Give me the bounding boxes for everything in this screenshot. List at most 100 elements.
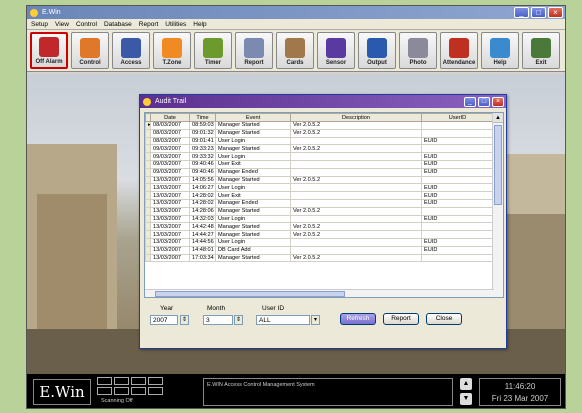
toolbar-button-label: Off Alarm [35, 59, 63, 65]
month-field[interactable]: 3 [203, 315, 233, 325]
up-arrow-icon[interactable]: ▲ [460, 378, 472, 390]
report-icon [244, 38, 264, 58]
table-row[interactable]: 13/03/2007 14:48:01 DB Card Add EUID [145, 245, 494, 255]
toolbar-button-access[interactable]: Access [112, 32, 150, 69]
table-row[interactable]: 09/03/2007 09:40:46 Manager Ended EUID [145, 167, 494, 177]
close-button[interactable]: × [548, 7, 563, 18]
dialog-window-controls: _ □ × [464, 96, 504, 107]
table-row[interactable]: 09/03/2007 09:33:32 User Login EUID [145, 152, 494, 161]
toolbar-button-attendance[interactable]: Attendance [440, 32, 478, 69]
dialog-maximize-button[interactable]: □ [478, 96, 490, 107]
column-header-time[interactable]: Time [189, 113, 216, 122]
table-row[interactable]: 13/03/2007 14:44:56 User Login EUID [145, 237, 494, 247]
table-row[interactable]: 13/03/2007 14:06:27 User Login EUID [145, 183, 494, 193]
table-cell: Manager Started [215, 121, 291, 130]
toolbar-button-label: Photo [409, 60, 427, 66]
audit-trail-dialog: Audit Trail _ □ × Date Time Event Descri… [139, 94, 507, 349]
year-field[interactable]: 2007 [150, 315, 178, 325]
table-cell: Manager Started [215, 144, 291, 154]
table-row[interactable]: 09/03/2007 09:40:46 User Exit EUID [145, 159, 494, 169]
maximize-button[interactable]: □ [531, 7, 546, 18]
table-cell: 13/03/2007 [150, 222, 190, 232]
filter-panel: Year 2007 ⇕ Month 3 ⇕ User ID ALL ▾ Refr… [150, 305, 500, 343]
horizontal-scrollbar[interactable] [145, 289, 494, 297]
toolbar-button-off-alarm[interactable]: Off Alarm [30, 32, 68, 69]
clock-display: 11:46:20 Fri 23 Mar 2007 [479, 378, 561, 406]
down-arrow-icon[interactable]: ▼ [460, 393, 472, 405]
background-image: Audit Trail _ □ × Date Time Event Descri… [27, 74, 565, 374]
horizontal-scroll-thumb[interactable] [155, 291, 345, 297]
table-cell: 13/03/2007 [150, 175, 190, 185]
column-header-event[interactable]: Event [215, 113, 291, 122]
table-row[interactable]: 13/03/2007 14:28:06 Manager Started Ver 2.0… [145, 206, 494, 216]
userid-field[interactable]: ALL [256, 315, 310, 325]
app-title: E.Win [42, 9, 61, 16]
menu-item-help[interactable]: Help [193, 21, 206, 28]
toolbar-button-output[interactable]: Output [358, 32, 396, 69]
table-row[interactable]: ▸08/03/200708:59:03Manager StartedVer 2.… [145, 121, 494, 130]
toolbar-button-label: T.Zone [162, 60, 182, 66]
toolbar-button-label: Report [244, 60, 264, 66]
audit-grid[interactable]: DateTimeEventDescriptionUserID ▸08/03/20… [144, 112, 504, 298]
dialog-close-button[interactable]: × [492, 96, 504, 107]
menu-item-report[interactable]: Report [139, 21, 159, 28]
table-row[interactable]: 13/03/2007 14:44:27 Manager Started Ver 2.0… [145, 230, 494, 239]
table-cell: 13/03/2007 [150, 183, 190, 193]
toolbar-button-cards[interactable]: Cards [276, 32, 314, 69]
row-indicator: ▸ [145, 121, 151, 130]
column-header-description[interactable]: Description [290, 113, 422, 122]
table-cell: 09:40:46 [189, 167, 216, 177]
year-spinner[interactable]: ⇕ [180, 315, 189, 325]
table-row[interactable]: 08/03/2007 09:01:41 User Login EUID [145, 136, 494, 146]
access-icon [121, 38, 141, 58]
toolbar-button-label: Output [367, 60, 387, 66]
menu-item-control[interactable]: Control [76, 21, 97, 28]
table-cell [290, 167, 422, 177]
close-dialog-button[interactable]: Close [426, 313, 462, 325]
table-row[interactable]: 13/03/2007 14:05:56 Manager Started Ver 2.0… [145, 175, 494, 185]
menu-item-setup[interactable]: Setup [31, 21, 48, 28]
dialog-minimize-button[interactable]: _ [464, 96, 476, 107]
toolbar-button-report[interactable]: Report [235, 32, 273, 69]
table-cell [290, 237, 422, 247]
toolbar-button-photo[interactable]: Photo [399, 32, 437, 69]
minimize-button[interactable]: _ [514, 7, 529, 18]
table-cell: EUID [421, 136, 494, 146]
scroll-up-arrow-icon[interactable]: ▲ [493, 113, 503, 123]
userid-dropdown[interactable]: ▾ [311, 315, 320, 325]
table-cell: EUID [421, 214, 494, 224]
toolbar-button-t-zone[interactable]: T.Zone [153, 32, 191, 69]
report-button[interactable]: Report [383, 313, 419, 325]
table-row[interactable]: 13/03/2007 14:28:02 Manager Ended EUID [145, 198, 494, 208]
table-cell: 08/03/2007 [150, 128, 190, 138]
table-row[interactable]: 13/03/2007 14:32:03 User Login EUID [145, 214, 494, 224]
table-cell: Ver 2.0.5.2 [290, 144, 422, 154]
toolbar-button-exit[interactable]: Exit [522, 32, 560, 69]
month-spinner[interactable]: ⇕ [234, 315, 243, 325]
output-icon [367, 38, 387, 58]
vertical-scrollbar[interactable]: ▲ [492, 113, 503, 297]
column-header-userid[interactable]: UserID [421, 113, 494, 122]
menu-bar: Setup View Control Database Report Utilities H… [27, 19, 565, 30]
toolbar-button-help[interactable]: Help [481, 32, 519, 69]
refresh-button[interactable]: Refresh [340, 313, 376, 325]
toolbar-button-label: Exit [535, 60, 547, 66]
vertical-scroll-thumb[interactable] [494, 125, 502, 205]
table-row[interactable]: 09/03/2007 09:33:23 Manager Started Ver 2.0… [145, 144, 494, 154]
table-row[interactable]: 13/03/2007 14:28:02 User Exit EUID [145, 191, 494, 200]
table-row[interactable]: 13/03/2007 14:42:48 Manager Started Ver 2.0… [145, 222, 494, 232]
column-header-date[interactable]: Date [150, 113, 190, 122]
table-cell: DB Card Add [215, 245, 291, 255]
dialog-icon [143, 97, 151, 106]
menu-item-utilities[interactable]: Utilities [165, 21, 186, 28]
table-cell: Manager Ended [215, 198, 291, 208]
menu-item-database[interactable]: Database [104, 21, 132, 28]
toolbar-button-sensor[interactable]: Sensor [317, 32, 355, 69]
toolbar-button-control[interactable]: Control [71, 32, 109, 69]
table-cell: Manager Started [215, 206, 291, 216]
table-row[interactable]: 13/03/2007 17:03:34 Manager Started Ver 2.0… [145, 253, 494, 263]
reader-status-cells [97, 377, 163, 395]
table-row[interactable]: 08/03/2007 09:01:32 Manager Started Ver 2.0… [145, 128, 494, 138]
menu-item-view[interactable]: View [55, 21, 69, 28]
toolbar-button-timer[interactable]: Timer [194, 32, 232, 69]
